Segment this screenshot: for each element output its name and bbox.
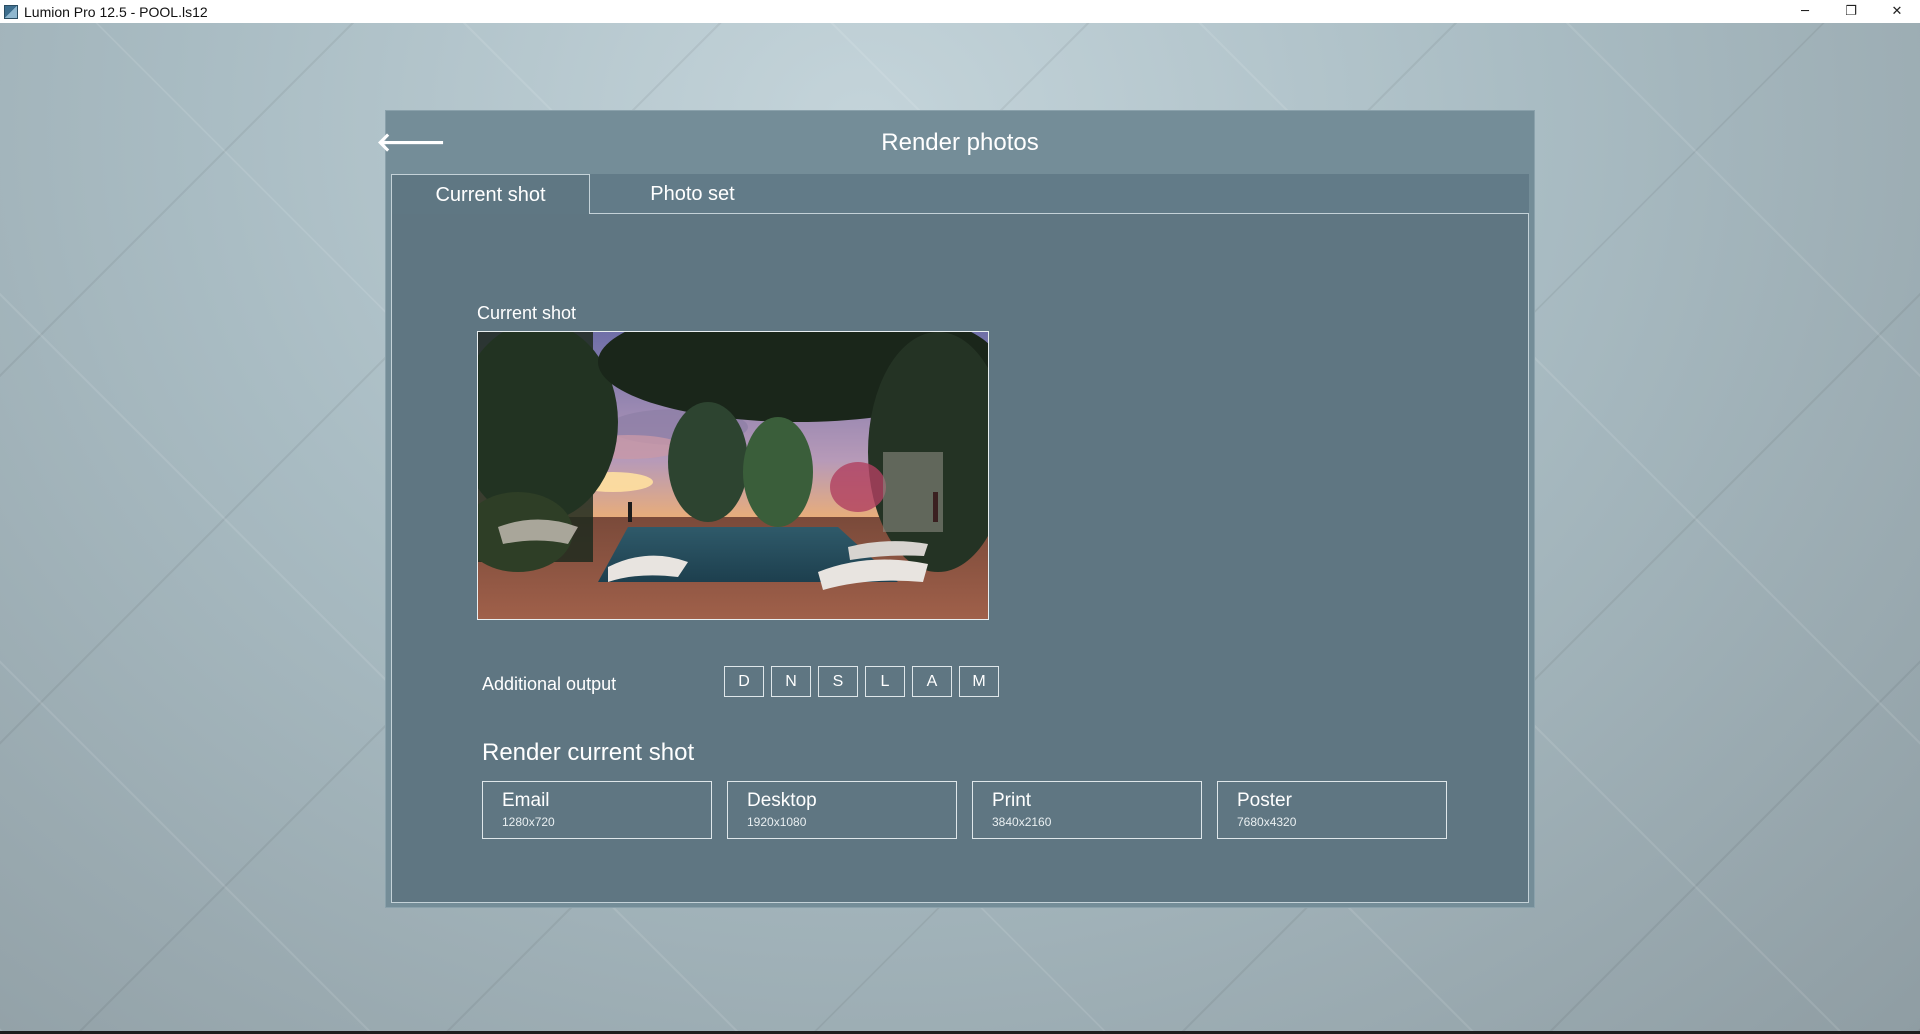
render-print-button[interactable]: Print 3840x2160 <box>972 781 1202 839</box>
output-pass-m-button[interactable]: M <box>959 666 999 697</box>
render-photos-dialog: 🡐 Render photos Current shot Photo set C… <box>376 110 1535 908</box>
render-desktop-button[interactable]: Desktop 1920x1080 <box>727 781 957 839</box>
dialog-header: 🡐 Render photos <box>376 111 1534 174</box>
additional-output-buttons: D N S L A M <box>724 666 999 697</box>
restore-button[interactable]: ❐ <box>1828 0 1874 23</box>
additional-output-label: Additional output <box>482 674 617 694</box>
size-resolution: 1920x1080 <box>747 815 807 829</box>
tab-content: Current shot Additional output D N S L A… <box>391 214 1529 903</box>
tab-current-shot[interactable]: Current shot <box>391 174 590 215</box>
size-resolution: 3840x2160 <box>992 815 1052 829</box>
window-title-bar: Lumion Pro 12.5 - POOL.ls12 ─ ❐ ✕ <box>0 0 1920 23</box>
preview-label: Current shot <box>477 303 577 323</box>
current-shot-preview <box>477 331 989 620</box>
output-pass-l-button[interactable]: L <box>865 666 905 697</box>
render-email-button[interactable]: Email 1280x720 <box>482 781 712 839</box>
app-icon <box>4 4 18 19</box>
background: 🡐 Render photos Current shot Photo set C… <box>0 23 1920 1031</box>
render-size-buttons: Email 1280x720 Desktop 1920x1080 Print 3… <box>482 781 1447 839</box>
output-pass-a-button[interactable]: A <box>912 666 952 697</box>
output-pass-n-button[interactable]: N <box>771 666 811 697</box>
size-name: Poster <box>1237 790 1292 811</box>
render-poster-button[interactable]: Poster 7680x4320 <box>1217 781 1447 839</box>
close-button[interactable]: ✕ <box>1874 0 1920 23</box>
tab-photo-set[interactable]: Photo set <box>590 174 795 214</box>
size-name: Desktop <box>747 790 817 811</box>
minimize-button[interactable]: ─ <box>1782 0 1828 23</box>
size-resolution: 1280x720 <box>502 815 555 829</box>
size-name: Print <box>992 790 1032 811</box>
size-name: Email <box>502 790 550 811</box>
window-title: Lumion Pro 12.5 - POOL.ls12 <box>24 3 208 20</box>
dialog-title: Render photos <box>881 129 1039 156</box>
window-controls: ─ ❐ ✕ <box>1782 0 1920 23</box>
output-pass-s-button[interactable]: S <box>818 666 858 697</box>
tab-strip: Current shot Photo set <box>391 174 1529 215</box>
render-heading: Render current shot <box>482 739 695 766</box>
output-pass-d-button[interactable]: D <box>724 666 764 697</box>
size-resolution: 7680x4320 <box>1237 815 1297 829</box>
pool-scene-image <box>478 332 988 619</box>
